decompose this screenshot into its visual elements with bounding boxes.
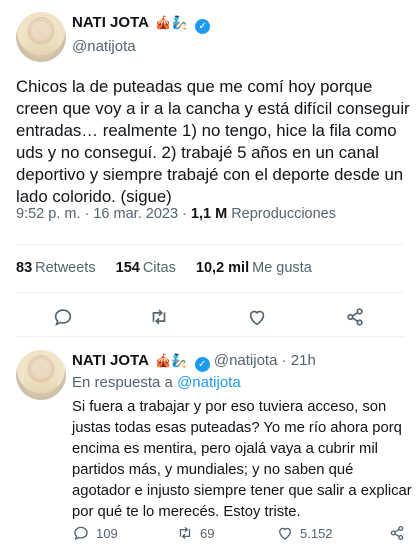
in-reply-to: En respuesta a @natijota <box>72 374 241 391</box>
reply-like-button[interactable]: 5.152 <box>276 524 333 542</box>
divider <box>16 292 404 293</box>
reply-reply-button[interactable]: 109 <box>72 524 118 542</box>
reply-author-avatar[interactable] <box>16 350 66 400</box>
reply-icon[interactable] <box>52 306 74 328</box>
reply-actions: 109 69 5.152 <box>72 524 412 548</box>
reply-handle-time[interactable]: @natijota · 21h <box>214 352 316 369</box>
tweet-header: NATI JOTA 🎪🧞 ✓ @natijota <box>72 14 211 55</box>
share-icon <box>390 525 404 541</box>
reply-prefix: En respuesta a <box>72 374 178 391</box>
like-icon <box>279 527 291 540</box>
like-count: 5.152 <box>300 525 333 541</box>
retweet-icon <box>179 526 191 540</box>
likes-stat[interactable]: 10,2 mil Me gusta <box>196 260 312 276</box>
verified-icon: ✓ <box>195 19 211 34</box>
retweet-icon[interactable] <box>148 306 170 328</box>
reply-text: Si fuera a trabajar y por eso tuviera ac… <box>72 399 416 520</box>
quotes-stat[interactable]: 154 Citas <box>116 260 176 276</box>
reply-icon <box>74 526 88 541</box>
reply-share-button[interactable] <box>388 524 406 542</box>
verified-icon: ✓ <box>194 357 210 372</box>
like-icon[interactable] <box>246 306 268 328</box>
reply-name-emojis: 🎪🧞 <box>155 353 188 368</box>
divider <box>16 244 404 245</box>
reply-retweet-button[interactable]: 69 <box>176 524 214 542</box>
tweet-stats: 83 Retweets 154 Citas 10,2 mil Me gusta <box>16 260 328 276</box>
tweet-meta: 9:52 p. m. · 16 mar. 2023 · 1,1 M Reprod… <box>16 206 336 222</box>
share-icon[interactable] <box>344 306 366 328</box>
tweet-actions <box>0 302 420 332</box>
tweet-text: Chicos la de puteadas que me comí hoy po… <box>16 77 415 206</box>
divider <box>16 336 404 337</box>
views-label: Reproducciones <box>231 206 336 222</box>
name-emojis: 🎪🧞 <box>155 15 188 30</box>
reply-to-link[interactable]: @natijota <box>177 374 241 391</box>
author-name[interactable]: NATI JOTA <box>72 14 149 31</box>
views-count: 1,1 M <box>190 206 228 222</box>
reply-author-name[interactable]: NATI JOTA <box>72 352 149 369</box>
reply-header: NATI JOTA 🎪🧞 ✓ @natijota · 21h <box>72 352 316 372</box>
author-handle[interactable]: @natijota <box>72 38 210 55</box>
author-avatar[interactable] <box>16 12 66 62</box>
reply-count: 109 <box>96 525 118 541</box>
retweets-stat[interactable]: 83 Retweets <box>16 260 96 276</box>
retweet-count: 69 <box>200 525 215 541</box>
tweet-timestamp[interactable]: 9:52 p. m. · 16 mar. 2023 · <box>16 206 191 222</box>
